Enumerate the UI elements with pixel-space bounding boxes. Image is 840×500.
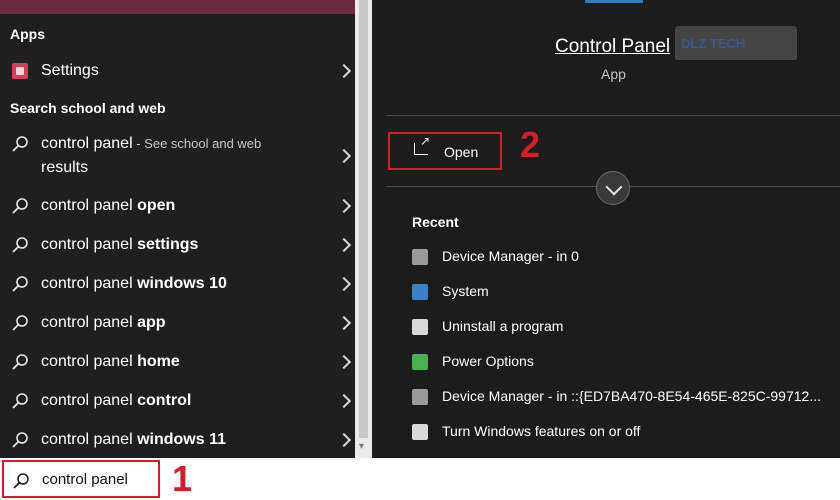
search-icon: [10, 196, 30, 216]
result-bold: windows 11: [137, 431, 226, 448]
result-query: control panel: [41, 392, 138, 409]
step-callout: 1: [172, 458, 193, 499]
search-box[interactable]: [2, 460, 160, 498]
web-result[interactable]: control panel windows 11: [0, 428, 355, 452]
search-icon: [10, 352, 30, 372]
expand-chevron-icon[interactable]: [596, 171, 630, 205]
result-query: control panel: [41, 353, 138, 370]
chevron-right-icon[interactable]: [336, 276, 352, 292]
device-manager-icon: [412, 389, 428, 405]
chevron-right-icon[interactable]: [336, 315, 352, 331]
result-query: control panel: [41, 431, 138, 448]
chevron-right-icon[interactable]: [336, 354, 352, 370]
open-button[interactable]: Open: [388, 132, 502, 170]
taskbar-search: 1: [0, 458, 840, 500]
chevron-right-icon[interactable]: [336, 237, 352, 253]
recent-item[interactable]: System: [412, 281, 832, 303]
system-icon: [412, 284, 428, 300]
chevron-right-icon[interactable]: [336, 198, 352, 214]
result-label: Settings: [41, 62, 99, 79]
result-bold: control: [137, 392, 192, 409]
result-query: control panel: [41, 135, 133, 152]
chevron-right-icon[interactable]: [336, 393, 352, 409]
chevron-right-icon[interactable]: [336, 148, 352, 164]
web-heading: Search school and web: [10, 100, 166, 116]
recent-heading: Recent: [412, 214, 459, 230]
scroll-down-icon[interactable]: ▾: [359, 441, 364, 452]
chevron-right-icon[interactable]: [336, 432, 352, 448]
scroll-thumb[interactable]: [359, 0, 368, 438]
recent-label: System: [442, 283, 489, 299]
recent-item[interactable]: Device Manager - in ::{ED7BA470-8E54-465…: [412, 386, 832, 408]
divider: [386, 115, 840, 116]
results-list: Apps Settings Search school and web cont…: [0, 0, 355, 458]
programs-icon: [412, 319, 428, 335]
step-callout: 2: [520, 124, 541, 165]
recent-item[interactable]: Device Manager - in 0: [412, 246, 832, 268]
search-icon: [10, 313, 30, 333]
open-label: Open: [444, 144, 479, 160]
web-result[interactable]: control panel windows 10: [0, 272, 355, 296]
power-options-icon: [412, 354, 428, 370]
settings-icon: [10, 61, 30, 81]
result-hint: - See school and web: [132, 136, 262, 151]
web-result[interactable]: control panel - See school and web resul…: [0, 133, 355, 177]
result-bold: windows 10: [137, 275, 227, 292]
web-result[interactable]: control panel app: [0, 311, 355, 335]
search-icon: [10, 235, 30, 255]
app-name[interactable]: Control Panel: [555, 36, 670, 58]
result-bold: settings: [137, 236, 199, 253]
web-result[interactable]: control panel settings: [0, 233, 355, 257]
recent-item[interactable]: Uninstall a program: [412, 316, 832, 338]
app-preview: Control Panel App DLZ TECH: [372, 0, 840, 115]
results-scrollbar[interactable]: ▾: [355, 0, 372, 458]
search-icon: [10, 430, 30, 450]
apps-heading: Apps: [10, 26, 45, 42]
watermark-logo: DLZ TECH: [675, 26, 797, 60]
device-manager-icon: [412, 249, 428, 265]
result-bold: home: [137, 353, 180, 370]
recent-label: Device Manager - in 0: [442, 248, 579, 264]
control-panel-icon: [585, 0, 643, 3]
search-icon: [12, 472, 30, 490]
open-external-icon: [414, 134, 430, 155]
windows-search-panel: Apps Settings Search school and web cont…: [0, 0, 840, 500]
windows-features-icon: [412, 424, 428, 440]
recent-item[interactable]: Turn Windows features on or off: [412, 421, 832, 443]
recent-label: Uninstall a program: [442, 318, 564, 334]
web-result[interactable]: control panel open: [0, 194, 355, 218]
result-query: control panel: [41, 275, 138, 292]
recent-item[interactable]: Power Options: [412, 351, 832, 373]
recent-label: Turn Windows features on or off: [442, 423, 641, 439]
result-bold: app: [137, 314, 166, 331]
search-icon: [10, 391, 30, 411]
recent-label: Power Options: [442, 353, 534, 369]
app-type: App: [601, 66, 626, 82]
result-query: control panel: [41, 314, 138, 331]
result-query: control panel: [41, 236, 138, 253]
result-bold: open: [137, 197, 176, 214]
recent-label: Device Manager - in ::{ED7BA470-8E54-465…: [442, 388, 821, 404]
result-settings[interactable]: Settings: [0, 58, 355, 84]
search-input[interactable]: [42, 471, 160, 488]
result-query: control panel: [41, 197, 138, 214]
chevron-right-icon[interactable]: [336, 63, 352, 79]
web-result[interactable]: control panel home: [0, 350, 355, 374]
web-result[interactable]: control panel control: [0, 389, 355, 413]
search-icon: [10, 134, 30, 154]
preview-pane: Control Panel App DLZ TECH Open 2 Recent…: [372, 0, 840, 458]
result-hint-2: results: [41, 159, 89, 176]
top-strip: [0, 0, 355, 14]
search-icon: [10, 274, 30, 294]
